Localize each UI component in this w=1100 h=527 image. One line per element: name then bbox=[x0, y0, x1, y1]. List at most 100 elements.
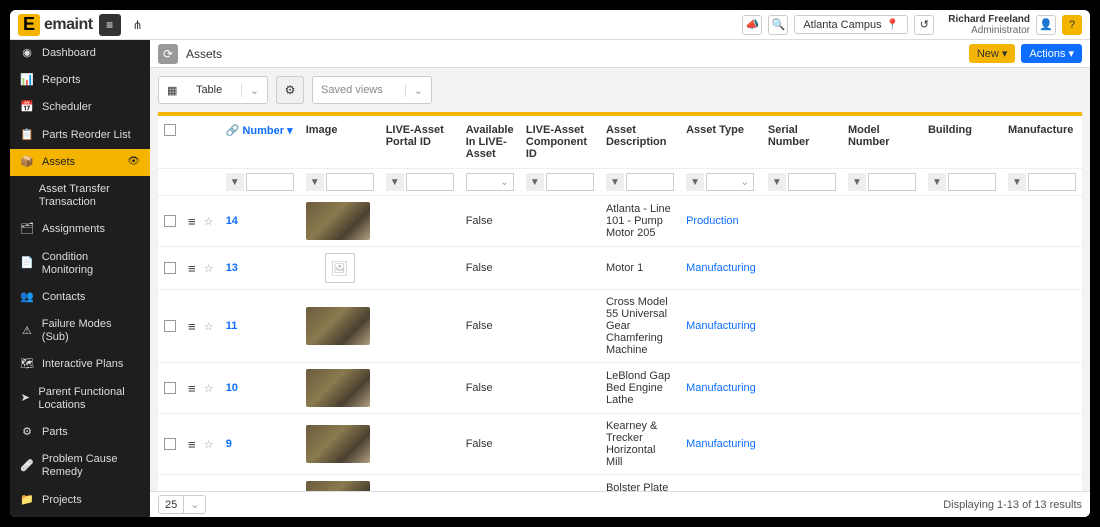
location-picker[interactable]: Atlanta Campus 📍 bbox=[794, 15, 908, 34]
filter-image-input[interactable] bbox=[326, 173, 374, 191]
history-icon[interactable]: ↺ bbox=[914, 15, 934, 35]
sidebar-item-contacts[interactable]: 👥Contacts bbox=[10, 284, 150, 311]
col-portal[interactable]: LIVE-Asset Portal ID bbox=[380, 116, 460, 169]
view-mode-select[interactable]: ▦ Table ⌄ bbox=[158, 76, 268, 104]
asset-number-link[interactable]: 13 bbox=[226, 262, 238, 274]
saved-views-select[interactable]: Saved views ⌄ bbox=[312, 76, 432, 104]
sidebar-item-asset-transfer-transaction[interactable]: Asset Transfer Transaction bbox=[10, 176, 150, 216]
sidebar-item-failure-modes-sub-[interactable]: ⚠Failure Modes (Sub) bbox=[10, 311, 150, 351]
filter-description[interactable]: ▼ bbox=[606, 173, 674, 191]
asset-type-link[interactable]: Manufacturing bbox=[686, 438, 756, 450]
sidebar-item-assignments[interactable]: 🗂Assignments bbox=[10, 216, 150, 243]
col-type[interactable]: Asset Type bbox=[680, 116, 762, 169]
asset-number-link[interactable]: 14 bbox=[226, 215, 238, 227]
sidebar-item-purchase-order[interactable]: 🛒Purchase Order bbox=[10, 514, 150, 517]
table-row[interactable]: ≡☆10FalseLeBlond Gap Bed Engine LatheMan… bbox=[158, 363, 1082, 414]
star-icon[interactable]: ☆ bbox=[204, 215, 214, 228]
filter-portal[interactable]: ▼ bbox=[386, 173, 454, 191]
row-checkbox[interactable] bbox=[164, 382, 176, 394]
user-block[interactable]: Richard Freeland Administrator bbox=[948, 14, 1030, 36]
filter-serial-input[interactable] bbox=[788, 173, 836, 191]
col-description[interactable]: Asset Description bbox=[600, 116, 680, 169]
star-icon[interactable]: ☆ bbox=[204, 382, 214, 395]
asset-number-link[interactable]: 11 bbox=[226, 320, 238, 332]
sidebar-item-parts[interactable]: ⚙Parts bbox=[10, 419, 150, 446]
star-icon[interactable]: ☆ bbox=[204, 438, 214, 451]
page-size-select[interactable]: 25 ⌄ bbox=[158, 495, 206, 514]
sidebar-item-parts-reorder-list[interactable]: 📋Parts Reorder List bbox=[10, 122, 150, 149]
table-row[interactable]: ≡☆9FalseKearney & Trecker Horizontal Mil… bbox=[158, 414, 1082, 475]
filter-component-input[interactable] bbox=[546, 173, 594, 191]
col-number[interactable]: 🔗 Number ▾ bbox=[220, 116, 300, 169]
row-menu-icon[interactable]: ≡ bbox=[188, 381, 196, 396]
sitemap-icon[interactable]: ⋔ bbox=[127, 14, 149, 36]
sidebar-item-projects[interactable]: 📁Projects bbox=[10, 487, 150, 514]
filter-available[interactable]: ⌄ bbox=[466, 173, 514, 191]
asset-number-link[interactable]: 9 bbox=[226, 438, 232, 450]
help-button[interactable]: ? bbox=[1062, 15, 1082, 35]
filter-available-select[interactable]: ⌄ bbox=[466, 173, 514, 191]
asset-number-link[interactable]: 10 bbox=[226, 382, 238, 394]
logo[interactable]: E emaint bbox=[18, 14, 93, 36]
asset-thumbnail[interactable] bbox=[306, 307, 370, 345]
sidebar-item-interactive-plans[interactable]: 🗺Interactive Plans bbox=[10, 351, 150, 378]
filter-number-input[interactable] bbox=[246, 173, 294, 191]
announce-icon[interactable]: 📣 bbox=[742, 15, 762, 35]
new-button[interactable]: New▾ bbox=[969, 44, 1016, 63]
asset-type-link[interactable]: Manufacturing bbox=[686, 382, 756, 394]
filter-description-input[interactable] bbox=[626, 173, 674, 191]
col-model[interactable]: Model Number bbox=[842, 116, 922, 169]
filter-building[interactable]: ▼ bbox=[928, 173, 996, 191]
filter-type-select[interactable]: ⌄ bbox=[706, 173, 754, 191]
sidebar-item-condition-monitoring[interactable]: 📄Condition Monitoring bbox=[10, 244, 150, 284]
star-icon[interactable]: ☆ bbox=[204, 320, 214, 333]
asset-thumbnail[interactable] bbox=[306, 425, 370, 463]
asset-type-link[interactable]: Production bbox=[686, 215, 739, 227]
sidebar-item-problem-cause-remedy[interactable]: 🩹Problem Cause Remedy bbox=[10, 446, 150, 486]
row-menu-icon[interactable]: ≡ bbox=[188, 319, 196, 334]
col-available[interactable]: Available In LIVE-Asset bbox=[460, 116, 520, 169]
refresh-icon[interactable]: ⟳ bbox=[158, 44, 178, 64]
filter-number[interactable]: ▼ bbox=[226, 173, 294, 191]
col-building[interactable]: Building bbox=[922, 116, 1002, 169]
table-row[interactable]: ≡☆14FalseAtlanta - Line 101 - Pump Motor… bbox=[158, 196, 1082, 247]
col-image[interactable]: Image bbox=[300, 116, 380, 169]
asset-type-link[interactable]: Manufacturing bbox=[686, 320, 756, 332]
filter-image[interactable]: ▼ bbox=[306, 173, 374, 191]
table-row[interactable]: ≡☆8FalseBolster Plate – 144" x 54" x 9"M… bbox=[158, 475, 1082, 492]
table-row[interactable]: ≡☆11FalseCross Model 55 Universal Gear C… bbox=[158, 290, 1082, 363]
col-component[interactable]: LIVE-Asset Component ID bbox=[520, 116, 600, 169]
filter-model[interactable]: ▼ bbox=[848, 173, 916, 191]
sidebar-item-dashboard[interactable]: ◉Dashboard bbox=[10, 40, 150, 67]
filter-component[interactable]: ▼ bbox=[526, 173, 594, 191]
asset-thumbnail[interactable] bbox=[306, 202, 370, 240]
row-menu-icon[interactable]: ≡ bbox=[188, 437, 196, 452]
sidebar-item-assets[interactable]: 📦Assets👁 bbox=[10, 149, 150, 176]
asset-thumbnail[interactable] bbox=[306, 481, 370, 491]
select-all-checkbox[interactable] bbox=[164, 124, 176, 136]
filter-portal-input[interactable] bbox=[406, 173, 454, 191]
star-icon[interactable]: ☆ bbox=[204, 262, 214, 275]
row-checkbox[interactable] bbox=[164, 215, 176, 227]
row-checkbox[interactable] bbox=[164, 262, 176, 274]
row-checkbox[interactable] bbox=[164, 438, 176, 450]
filter-manufacture[interactable]: ▼ bbox=[1008, 173, 1076, 191]
search-icon[interactable]: 🔍 bbox=[768, 15, 788, 35]
filter-manufacture-input[interactable] bbox=[1028, 173, 1076, 191]
settings-button[interactable]: ⚙ bbox=[276, 76, 304, 104]
asset-type-link[interactable]: Manufacturing bbox=[686, 262, 756, 274]
user-icon[interactable]: 👤 bbox=[1036, 15, 1056, 35]
filter-serial[interactable]: ▼ bbox=[768, 173, 836, 191]
row-menu-icon[interactable]: ≡ bbox=[188, 261, 196, 276]
filter-building-input[interactable] bbox=[948, 173, 996, 191]
col-serial[interactable]: Serial Number bbox=[762, 116, 842, 169]
col-manufacture[interactable]: Manufacture bbox=[1002, 116, 1082, 169]
filter-type[interactable]: ▼⌄ bbox=[686, 173, 756, 191]
row-menu-icon[interactable]: ≡ bbox=[188, 214, 196, 229]
filter-model-input[interactable] bbox=[868, 173, 916, 191]
row-checkbox[interactable] bbox=[164, 320, 176, 332]
table-row[interactable]: ≡☆13🖼FalseMotor 1Manufacturing bbox=[158, 247, 1082, 290]
sidebar-item-parent-functional-locations[interactable]: ➤Parent Functional Locations bbox=[10, 379, 150, 419]
actions-button[interactable]: Actions▾ bbox=[1021, 44, 1082, 63]
sidebar-item-reports[interactable]: 📊Reports bbox=[10, 67, 150, 94]
